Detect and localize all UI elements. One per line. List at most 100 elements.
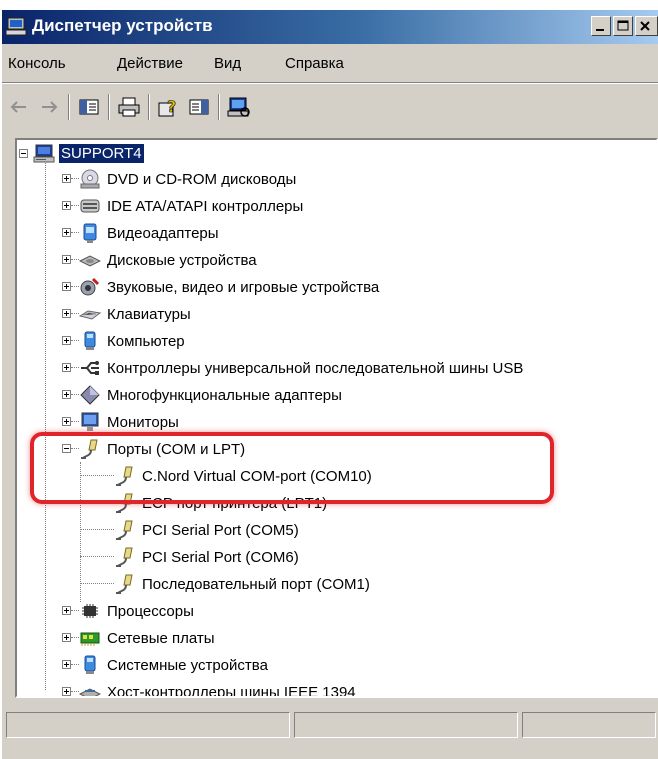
expand-toggle[interactable] <box>62 363 71 372</box>
title-bar[interactable]: Диспетчер устройств <box>2 10 658 44</box>
tree-item-label: Дисковые устройства <box>107 251 257 269</box>
print-icon[interactable] <box>116 95 142 119</box>
menu-help[interactable]: Справка <box>285 55 344 72</box>
tree-item-device[interactable]: PCI Serial Port (COM6) <box>114 544 301 570</box>
menu-action[interactable]: Действие <box>117 55 183 72</box>
tree-branch-line <box>80 529 114 530</box>
tree-item-category[interactable]: Сетевые платы <box>79 625 217 651</box>
tree-item-label: Видеоадаптеры <box>107 224 219 242</box>
tree-item-category[interactable]: Контроллеры универсальной последовательн… <box>79 355 525 381</box>
expand-toggle[interactable] <box>62 687 71 696</box>
tree-branch-line <box>71 340 79 341</box>
tree-item-category-ports[interactable]: Порты (COM и LPT) <box>79 436 247 462</box>
system-device-icon <box>79 654 101 676</box>
tree-item-category[interactable]: Компьютер <box>79 328 187 354</box>
tree-branch-line <box>80 475 114 476</box>
tree-branch-line <box>80 556 114 557</box>
tree-item-category[interactable]: IDE ATA/ATAPI контроллеры <box>79 193 305 219</box>
properties-icon[interactable] <box>186 95 212 119</box>
tree-branch-line <box>71 448 79 449</box>
tree-item-category[interactable]: Хост-контроллеры шины IEEE 1394 <box>79 679 358 698</box>
back-icon[interactable] <box>6 95 32 119</box>
expand-toggle[interactable] <box>62 336 71 345</box>
svg-text:?: ? <box>167 97 176 116</box>
tree-item-label: Клавиатуры <box>107 305 191 323</box>
tree-item-device[interactable]: PCI Serial Port (COM5) <box>114 517 301 543</box>
tree-item-label: Сетевые платы <box>107 629 215 647</box>
tree-item-device[interactable]: ECP порт принтера (LPT1) <box>114 490 329 516</box>
tree-branch-line <box>71 394 79 395</box>
toolbar-separator <box>218 94 220 120</box>
tree-item-label: PCI Serial Port (COM5) <box>142 521 299 539</box>
tree-item-category[interactable]: Клавиатуры <box>79 301 193 327</box>
tree-item-label: Компьютер <box>107 332 185 350</box>
scan-hardware-icon[interactable] <box>226 95 252 119</box>
maximize-icon <box>617 20 629 31</box>
expand-toggle[interactable] <box>62 606 71 615</box>
network-adapter-icon <box>79 627 101 649</box>
tree-item-label: SUPPORT4 <box>59 143 144 163</box>
tree-branch-line <box>71 178 79 179</box>
tree-item-category[interactable]: Процессоры <box>79 598 196 624</box>
status-pane <box>6 712 290 738</box>
expand-toggle[interactable] <box>62 417 71 426</box>
toolbar: ? <box>2 86 658 128</box>
computer-icon <box>33 142 55 164</box>
tree-branch-line <box>80 583 114 584</box>
tree-item-label: Последовательный порт (COM1) <box>142 575 370 593</box>
tree-item-label: ECP порт принтера (LPT1) <box>142 494 328 512</box>
tree-item-label: Системные устройства <box>107 656 268 674</box>
usb-icon <box>79 357 101 379</box>
port-icon <box>114 546 136 568</box>
expand-toggle[interactable] <box>62 660 71 669</box>
port-icon <box>114 465 136 487</box>
tree-item-category[interactable]: Системные устройства <box>79 652 270 678</box>
expand-toggle[interactable] <box>62 228 71 237</box>
tree-branch-line <box>71 286 79 287</box>
expand-toggle[interactable] <box>62 309 71 318</box>
tree-branch-line <box>80 502 114 503</box>
monitor-icon <box>79 411 101 433</box>
tree-item-label: IDE ATA/ATAPI контроллеры <box>107 197 304 215</box>
tree-item-category[interactable]: Видеоадаптеры <box>79 220 221 246</box>
keyboard-icon <box>79 303 101 325</box>
tree-branch-line <box>71 232 79 233</box>
tree-item-device[interactable]: C.Nord Virtual COM-port (COM10) <box>114 463 374 489</box>
multifunction-adapter-icon <box>79 384 101 406</box>
tree-item-device[interactable]: Последовательный порт (COM1) <box>114 571 372 597</box>
menu-console[interactable]: Консоль <box>8 55 66 72</box>
menu-view[interactable]: Вид <box>214 55 241 72</box>
forward-icon[interactable] <box>36 95 62 119</box>
collapse-toggle[interactable] <box>62 444 71 453</box>
tree-item-label: PCI Serial Port (COM6) <box>142 548 299 566</box>
tree-branch-line <box>71 367 79 368</box>
tree-branch-line <box>71 313 79 314</box>
tree-item-root[interactable]: SUPPORT4 <box>33 140 144 166</box>
expand-toggle[interactable] <box>62 633 71 642</box>
tree-branch-line <box>71 664 79 665</box>
device-tree[interactable]: SUPPORT4 DVD и CD-ROM дисководы IDE ATA/… <box>15 138 658 698</box>
tree-branch-line <box>71 637 79 638</box>
tree-item-category[interactable]: Дисковые устройства <box>79 247 259 273</box>
tree-item-category[interactable]: DVD и CD-ROM дисководы <box>79 166 298 192</box>
maximize-button[interactable] <box>613 16 633 36</box>
tree-item-category[interactable]: Многофункциональные адаптеры <box>79 382 344 408</box>
expand-toggle[interactable] <box>62 282 71 291</box>
help-icon[interactable]: ? <box>156 95 182 119</box>
status-pane <box>294 712 518 738</box>
tree-item-label: Порты (COM и LPT) <box>107 440 246 458</box>
toolbar-separator <box>68 94 70 120</box>
tree-item-category[interactable]: Мониторы <box>79 409 181 435</box>
port-icon <box>79 438 101 460</box>
show-hide-console-tree-icon[interactable] <box>76 95 102 119</box>
expand-toggle[interactable] <box>62 201 71 210</box>
tree-item-category[interactable]: Звуковые, видео и игровые устройства <box>79 274 381 300</box>
minimize-button[interactable] <box>591 16 611 36</box>
ieee1394-icon <box>79 681 101 698</box>
close-button[interactable] <box>635 16 658 36</box>
expand-toggle[interactable] <box>62 255 71 264</box>
expand-toggle[interactable] <box>62 174 71 183</box>
expand-toggle[interactable] <box>62 390 71 399</box>
collapse-toggle[interactable] <box>19 149 28 158</box>
window-title: Диспетчер устройств <box>32 16 213 35</box>
